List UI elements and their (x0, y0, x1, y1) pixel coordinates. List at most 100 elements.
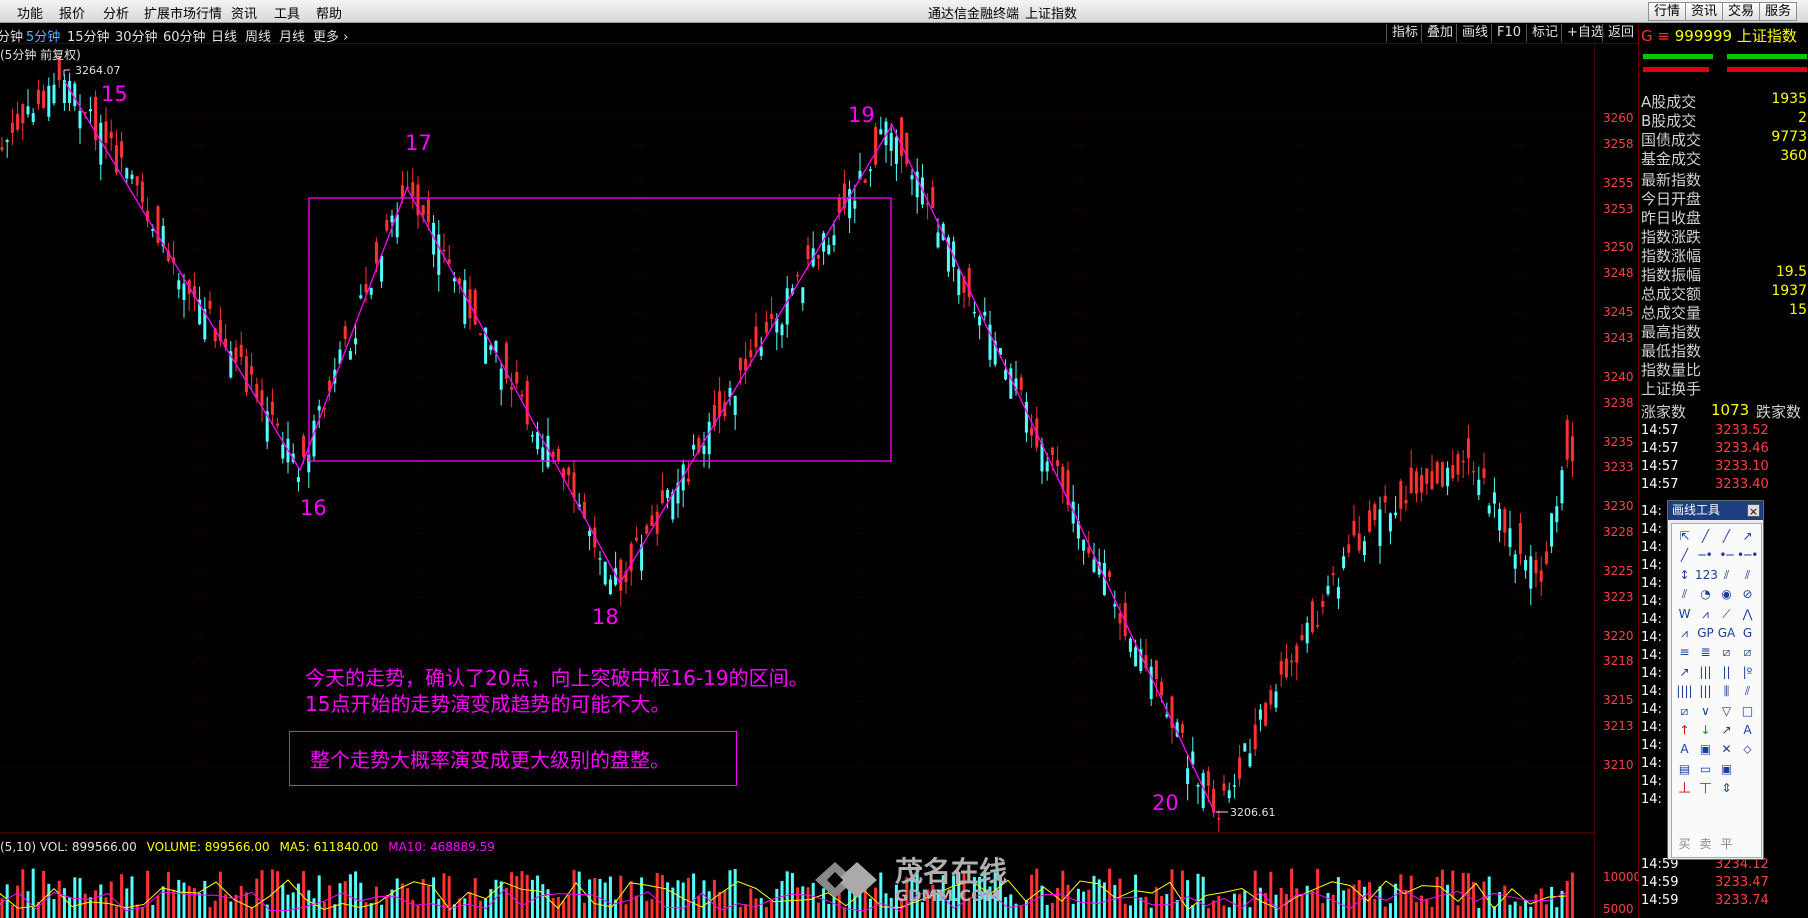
drawing-tool-icon[interactable]: ⧄ (1737, 642, 1758, 662)
trade-button[interactable]: 交易 (1722, 2, 1761, 21)
period-minute[interactable]: 分钟 (0, 26, 23, 45)
menu-function[interactable]: 功能 (17, 3, 43, 22)
back-button[interactable]: 返回 (1602, 24, 1639, 42)
drawing-tool-icon[interactable]: ↓ (1695, 720, 1716, 740)
drawing-tool-icon[interactable]: ⧄ (1716, 642, 1737, 662)
drawing-tool-icon[interactable]: ⩘ (1695, 604, 1716, 624)
drawing-tool-icon[interactable]: ⫽ (1737, 681, 1758, 701)
drawing-tool-icon[interactable]: ⧄ (1674, 701, 1695, 721)
drawing-tool-icon[interactable]: ∨ (1695, 701, 1716, 721)
drawing-tool-icon[interactable]: ─• (1695, 545, 1716, 565)
drawing-tool-icon[interactable]: •─ (1716, 545, 1737, 565)
drawing-tool-icon[interactable]: ↑ (1674, 720, 1695, 740)
drawing-tool-icon[interactable]: 丄 (1674, 778, 1695, 798)
drawing-tool-icon[interactable]: ▽ (1716, 701, 1737, 721)
drawing-tool-icon[interactable]: G (1737, 623, 1758, 643)
period-30min[interactable]: 30分钟 (115, 26, 158, 45)
drawing-tool-icon[interactable]: ╱ (1674, 545, 1695, 565)
drawing-tool-icon[interactable]: ▣ (1716, 759, 1737, 779)
drawing-tool-icon[interactable]: ||| (1695, 662, 1716, 682)
period-60min[interactable]: 60分钟 (163, 26, 206, 45)
drawing-tool-icon[interactable]: ▤ (1674, 759, 1695, 779)
drawing-tool-icon[interactable]: |||| (1674, 681, 1695, 701)
period-15min[interactable]: 15分钟 (67, 26, 110, 45)
drawing-tool-icon[interactable]: A (1737, 720, 1758, 740)
drawing-tool-icon[interactable] (1737, 759, 1758, 779)
drawing-tool-icon[interactable]: ↕ (1674, 565, 1695, 585)
drawing-tool-icon[interactable]: ≣ (1695, 642, 1716, 662)
low-price-label: 3206.61 (1230, 806, 1276, 819)
indicator-button[interactable]: 指标 (1386, 24, 1423, 42)
drawing-tool-icon[interactable]: ▭ (1695, 759, 1716, 779)
menu-tools[interactable]: 工具 (274, 3, 300, 22)
menu-quote[interactable]: 报价 (59, 3, 85, 22)
candlestick-series (0, 56, 1574, 832)
drawing-tool-icon[interactable]: ⊘ (1737, 584, 1758, 604)
drawing-tool-icon[interactable]: W (1674, 604, 1695, 624)
period-5min[interactable]: 5分钟 (26, 26, 60, 45)
drawing-tool-icon[interactable]: ⩘ (1674, 623, 1695, 643)
drawing-tool-icon[interactable]: ⇕ (1716, 778, 1737, 798)
drawing-tool-icon[interactable]: ✕ (1716, 739, 1737, 759)
drawing-tool-icon[interactable]: ↗ (1737, 526, 1758, 546)
volume-bar (307, 890, 311, 918)
service-button[interactable]: 服务 (1759, 2, 1798, 21)
drawing-tool-icon[interactable]: A (1674, 739, 1695, 759)
drawing-tool-icon[interactable]: ⫽ (1737, 565, 1758, 585)
drawing-tool-icon[interactable]: ◉ (1716, 584, 1737, 604)
menu-news[interactable]: 资讯 (231, 3, 257, 22)
candle-body (312, 420, 316, 457)
drawing-tool-icon[interactable]: GP (1695, 623, 1716, 643)
volume-bar (1513, 901, 1517, 918)
drawing-tool-icon[interactable]: GA (1716, 623, 1737, 643)
mark-button[interactable]: 标记 (1526, 24, 1563, 42)
period-more[interactable]: 更多 › (313, 26, 348, 45)
trade-action-label[interactable]: 卖 (1695, 834, 1716, 854)
draw-line-button[interactable]: 画线 (1456, 24, 1493, 42)
drawing-tool-icon[interactable]: •─• (1737, 545, 1758, 565)
news-button[interactable]: 资讯 (1685, 2, 1724, 21)
period-daily[interactable]: 日线 (211, 26, 237, 45)
quotes-button[interactable]: 行情 (1648, 2, 1687, 21)
f10-button[interactable]: F10 (1491, 24, 1526, 42)
menu-help[interactable]: 帮助 (316, 3, 342, 22)
drawing-tool-icon[interactable] (1737, 778, 1758, 798)
drawing-tool-icon[interactable]: ⫼ (1716, 681, 1737, 701)
overlay-button[interactable]: 叠加 (1421, 24, 1458, 42)
drawing-tool-icon[interactable]: ⫽ (1716, 565, 1737, 585)
candle-body (1451, 464, 1455, 479)
trade-action-label[interactable]: 平 (1716, 834, 1737, 854)
volume-bar (1518, 905, 1522, 918)
tick-time: 14:57 (1641, 423, 1679, 438)
menu-extended-market[interactable]: 扩展市场行情 (144, 3, 222, 22)
drawing-tool-icon[interactable]: |º (1737, 662, 1758, 682)
drawing-tool-icon[interactable]: ◔ (1695, 584, 1716, 604)
drawing-tool-icon[interactable]: ⫽ (1674, 584, 1695, 604)
drawing-tool-icon[interactable]: ⬦ (1737, 739, 1758, 759)
drawing-tool-icon[interactable]: || (1716, 662, 1737, 682)
period-monthly[interactable]: 月线 (279, 26, 305, 45)
tick-price: 3233.40 (1715, 477, 1769, 492)
drawing-tool-icon[interactable]: ⋀ (1737, 604, 1758, 624)
close-icon[interactable]: × (1747, 504, 1760, 518)
drawing-tool-icon[interactable]: □ (1737, 701, 1758, 721)
drawing-tool-icon[interactable]: ⟋ (1716, 604, 1737, 624)
drawing-tool-icon[interactable]: ↗ (1674, 662, 1695, 682)
drawing-tool-icon[interactable]: ╱ (1716, 526, 1737, 546)
menu-analysis[interactable]: 分析 (103, 3, 129, 22)
volume-bar (624, 904, 628, 918)
period-weekly[interactable]: 周线 (245, 26, 271, 45)
volume-bar (1295, 888, 1299, 918)
drawing-tool-icon[interactable]: ↗ (1716, 720, 1737, 740)
drawing-tool-icon[interactable]: 丅 (1695, 778, 1716, 798)
drawing-tool-icon[interactable]: ▣ (1695, 739, 1716, 759)
drawing-tool-icon[interactable]: 123 (1695, 565, 1718, 585)
candle-body (816, 254, 820, 259)
candle-body (364, 283, 368, 293)
trade-action-label[interactable]: 买 (1674, 834, 1695, 854)
drawing-tool-icon[interactable]: ╱ (1695, 526, 1716, 546)
drawing-tool-icon[interactable]: ≡ (1674, 642, 1695, 662)
drawing-tool-icon[interactable]: ||| (1695, 681, 1716, 701)
kline-chart[interactable] (0, 44, 1595, 918)
drawing-tool-icon[interactable]: ⇱ (1674, 526, 1695, 546)
